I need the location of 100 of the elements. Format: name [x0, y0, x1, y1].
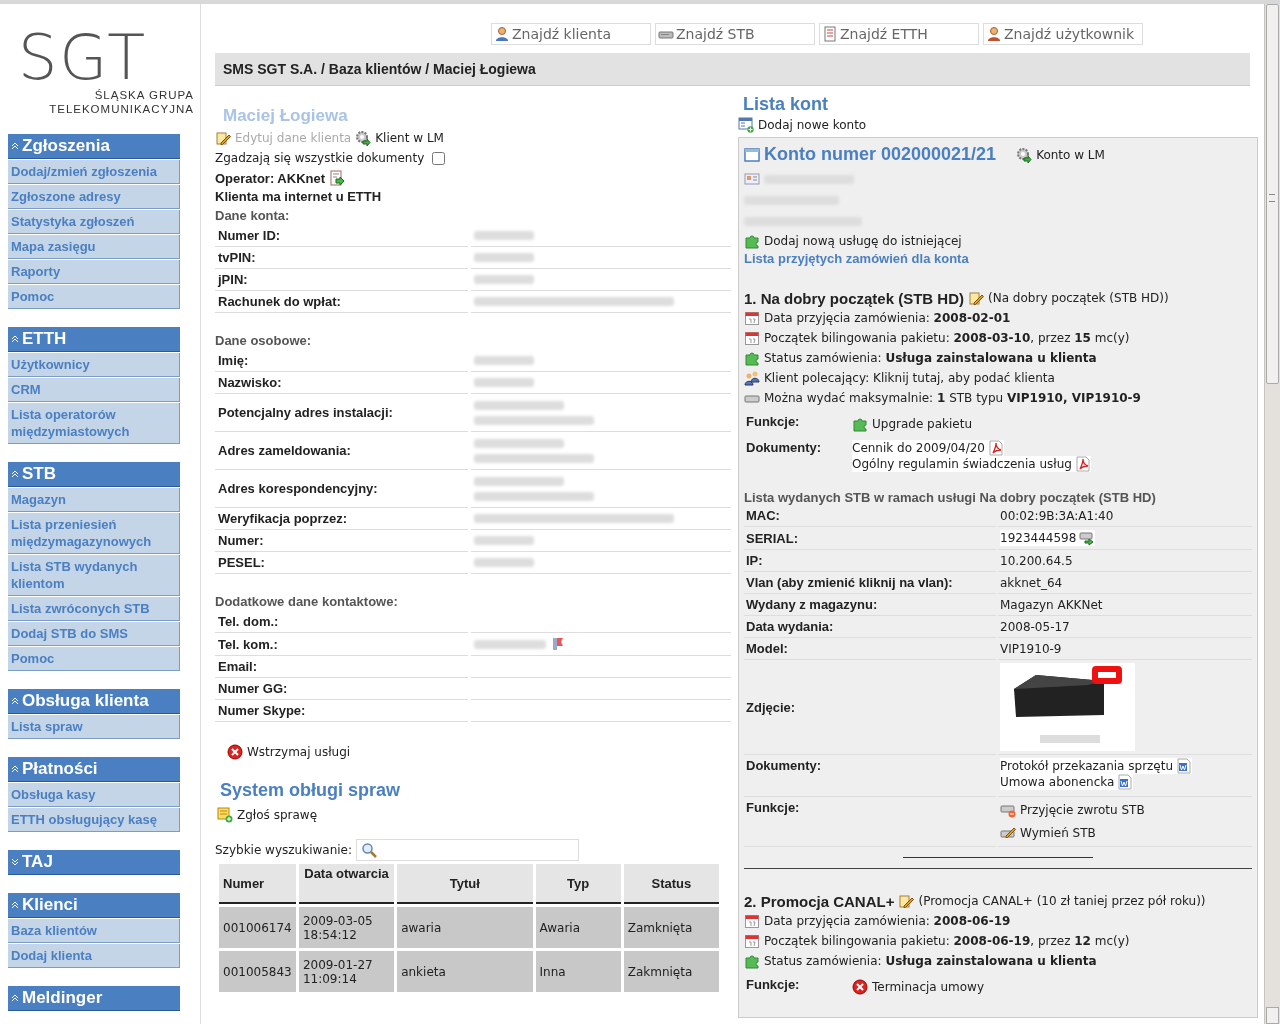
service-title: 2. Promocja CANAL+: [744, 892, 895, 910]
documents-checkbox[interactable]: [432, 151, 446, 165]
report-case-link[interactable]: Zgłoś sprawę: [237, 808, 317, 822]
field-label: Tel. kom.:: [218, 636, 278, 652]
menu-item[interactable]: Dodaj klienta: [8, 944, 180, 968]
field-value: VIP1910-9: [1000, 641, 1062, 656]
serial-link[interactable]: 1923444598: [1000, 530, 1096, 546]
menu-item[interactable]: Baza klientów: [8, 919, 180, 943]
menu-item[interactable]: Obsługa kasy: [8, 783, 180, 807]
id-card-icon: [744, 171, 760, 187]
menu-item[interactable]: Magazyn: [8, 488, 180, 512]
puzzle-icon: [744, 350, 760, 366]
section-heading: System obługi spraw: [220, 780, 401, 800]
pdf-icon: [988, 440, 1004, 456]
suspend-link[interactable]: Wstrzymaj usługi: [247, 745, 351, 759]
menu-item[interactable]: ETTH obsługujący kasę: [8, 808, 180, 832]
device-minus-icon: [1000, 802, 1016, 818]
menu-section-header[interactable]: Zgłoszenia: [8, 134, 180, 159]
menu-item[interactable]: Dodaj STB do SMS: [8, 622, 180, 646]
field-value: 00:02:9B:3A:A1:40: [1000, 508, 1114, 523]
menu-item[interactable]: Dodaj/zmień zgłoszenia: [8, 160, 180, 184]
add-service-link[interactable]: Dodaj nową usługę do istniejącej: [764, 234, 962, 248]
scrollbar[interactable]: [1264, 4, 1280, 1024]
search-button[interactable]: Znajdź STB: [655, 23, 815, 45]
account-title: Konto numer 002000021/21: [764, 144, 997, 165]
client-lm-link[interactable]: Klient w LM: [375, 131, 444, 145]
search-button[interactable]: Znajdź ETTH: [819, 23, 979, 45]
redacted-text: [474, 558, 534, 567]
field-label: SERIAL:: [746, 530, 798, 546]
menu-item[interactable]: Lista spraw: [8, 715, 180, 739]
menu-section-header[interactable]: Płatności: [8, 757, 180, 782]
menu-section-header[interactable]: STB: [8, 462, 180, 487]
field-label: Numer GG:: [218, 681, 288, 696]
document-link[interactable]: Cennik do 2009/04/20: [852, 440, 1004, 456]
orders-link[interactable]: Lista przyjętych zamówień dla konta: [744, 251, 969, 266]
menu-item[interactable]: Lista STB wydanych klientom: [8, 555, 180, 596]
function-link[interactable]: Przyjęcie zwrotu STB: [1000, 800, 1145, 820]
order-detail: Początek bilingowania pakietu: 2008-06-19, przez 12 mc(y): [764, 934, 1130, 948]
document-link[interactable]: Umowa abonencka: [1000, 774, 1134, 790]
service-title: 1. Na dobry początek (STB HD): [744, 289, 965, 307]
document-arrow-icon: [329, 170, 346, 186]
menu-item[interactable]: Lista operatorów międzymiastowych: [8, 403, 180, 444]
menu-item[interactable]: Raporty: [8, 260, 180, 284]
collapse-icon: [11, 764, 19, 774]
menu-section-header[interactable]: Obsługa klienta: [8, 689, 180, 714]
account-lm-link[interactable]: Konto w LM: [1036, 147, 1105, 162]
menu-section-header[interactable]: Meldinger: [8, 986, 180, 1011]
field-label: Model:: [746, 641, 788, 656]
expand-icon: [11, 857, 19, 867]
table-cell: 001006174: [219, 907, 296, 948]
field-label: jPIN:: [218, 272, 248, 287]
menu-item[interactable]: CRM: [8, 378, 180, 402]
search-field[interactable]: [355, 839, 579, 861]
menu-item[interactable]: Pomoc: [8, 647, 180, 671]
menu-section-header[interactable]: Klienci: [8, 893, 180, 918]
table-cell: Inna: [535, 951, 621, 992]
field-label: Weryfikacja poprzez:: [218, 511, 348, 526]
table-cell: Zakmnięta: [623, 951, 719, 992]
menu-item[interactable]: Użytkownicy: [8, 353, 180, 377]
device-arrow-icon: [1079, 530, 1096, 546]
pdf-icon: [1074, 456, 1091, 472]
menu-item[interactable]: Statystyka zgłoszeń: [8, 210, 180, 234]
order-detail: Status zamówienia: Usługa zainstalowana u klienta: [764, 954, 1097, 968]
calendar-icon: [744, 933, 760, 949]
function-link[interactable]: Wymień STB: [1000, 823, 1096, 843]
column-header: Tytuł: [397, 864, 533, 904]
table-cell: awaria: [397, 907, 533, 948]
search-button[interactable]: Znajdź użytkownik: [983, 23, 1143, 45]
note-add-icon: [217, 807, 233, 823]
pencil-icon: [898, 893, 915, 909]
order-detail: Klient polecający: Kliknij tutaj, aby podać klienta: [764, 371, 1055, 385]
field-label: Funkcje:: [746, 977, 800, 992]
edit-client-link[interactable]: Edytuj dane klienta: [235, 131, 352, 145]
field-label: Tel. dom.:: [218, 614, 279, 629]
menu-item[interactable]: Lista przeniesień międzymagazynowych: [8, 513, 180, 554]
collapse-icon: [11, 141, 19, 151]
collapse-icon: [11, 334, 19, 344]
order-detail: Data przyjęcia zamówienia: 2008-06-19: [764, 914, 1011, 928]
order-detail: Można wydać maksymalnie: 1 STB typu VIP1910, VIP1910-9: [764, 391, 1141, 405]
person-icon: [494, 26, 510, 42]
calendar-icon: [744, 913, 760, 929]
menu-item[interactable]: Lista zwróconych STB: [8, 597, 180, 621]
field-label: Adres zameldowania:: [218, 443, 351, 458]
search-button[interactable]: Znajdź klienta: [491, 23, 651, 45]
puzzle-icon: [744, 233, 760, 249]
menu-item[interactable]: Mapa zasięgu: [8, 235, 180, 259]
field-label: Dokumenty:: [746, 440, 822, 455]
field-value: 10.200.64.5: [1000, 553, 1073, 568]
menu-section-header[interactable]: ETTH: [8, 327, 180, 352]
collapse-icon: [11, 993, 19, 1003]
menu-section-header[interactable]: TAJ: [8, 850, 180, 875]
column-header: Data otwarcia: [298, 864, 395, 904]
function-link[interactable]: Terminacja umowy: [852, 977, 985, 997]
person-icon: [986, 26, 1002, 42]
function-link[interactable]: Upgrade pakietu: [852, 414, 973, 434]
device-pencil-icon: [1000, 825, 1016, 841]
menu-item[interactable]: Pomoc: [8, 285, 180, 309]
menu-item[interactable]: Zgłoszone adresy: [8, 185, 180, 209]
flag-icon: [550, 636, 566, 652]
add-account-link[interactable]: Dodaj nowe konto: [758, 118, 867, 132]
